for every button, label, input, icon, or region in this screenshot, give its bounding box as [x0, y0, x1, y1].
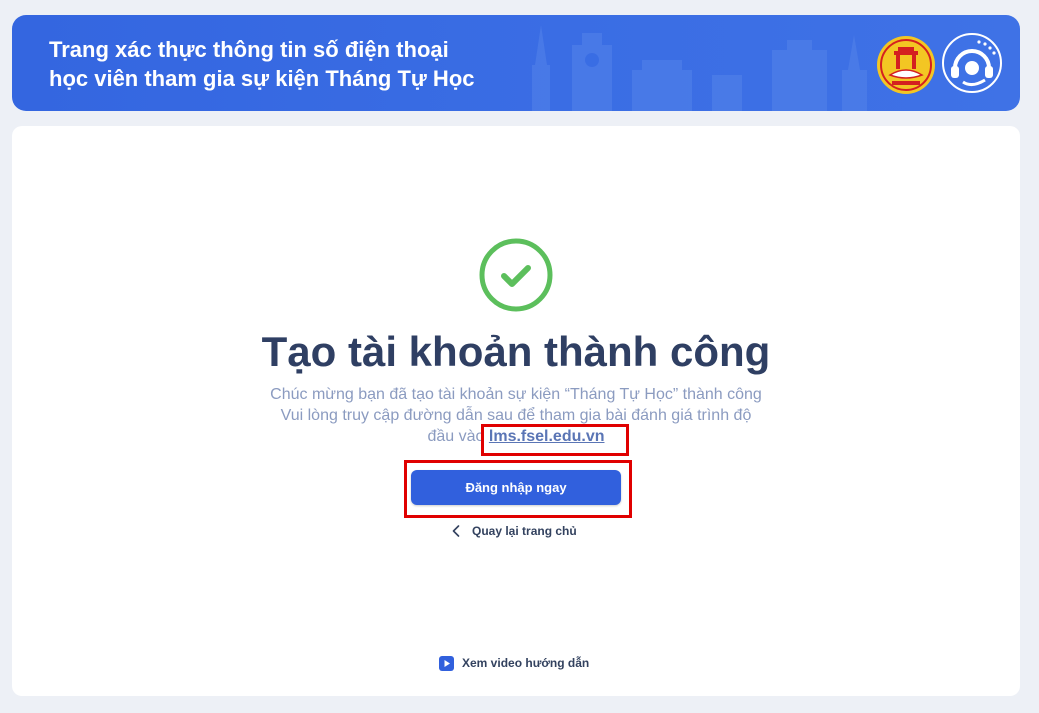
check-circle-icon — [479, 238, 553, 312]
hanoi-education-logo — [877, 36, 935, 94]
login-now-button[interactable]: Đăng nhập ngay — [411, 470, 621, 505]
success-message: Chúc mừng bạn đã tạo tài khoản sự kiện “… — [241, 384, 791, 447]
message-line-1: Chúc mừng bạn đã tạo tài khoản sự kiện “… — [270, 386, 762, 403]
city-skyline-decoration — [532, 25, 867, 111]
header-title: Trang xác thực thông tin số điện thoại h… — [49, 35, 475, 93]
chevron-left-icon — [452, 525, 460, 537]
message-line-3-prefix: đầu vào — [427, 428, 489, 445]
watch-video-link[interactable]: Xem video hướng dẫn — [439, 654, 589, 672]
header-title-line2: học viên tham gia sự kiện Tháng Tự Học — [49, 66, 475, 91]
watch-video-label: Xem video hướng dẫn — [462, 656, 590, 670]
back-to-home-label: Quay lại trang chủ — [472, 524, 577, 538]
play-video-icon — [439, 655, 454, 671]
lms-link[interactable]: lms.fsel.edu.vn — [489, 428, 605, 445]
service-headset-logo — [942, 33, 1002, 93]
message-line-3: đầu vào lms.fsel.edu.vn — [241, 426, 791, 447]
page-header: Trang xác thực thông tin số điện thoại h… — [12, 15, 1020, 111]
result-card: Tạo tài khoản thành công Chúc mừng bạn đ… — [12, 126, 1020, 696]
success-title: Tạo tài khoản thành công — [261, 328, 771, 375]
back-to-home-link[interactable]: Quay lại trang chủ — [452, 522, 577, 540]
header-title-line1: Trang xác thực thông tin số điện thoại — [49, 37, 449, 62]
message-line-2: Vui lòng truy cập đường dẫn sau để tham … — [280, 407, 752, 424]
